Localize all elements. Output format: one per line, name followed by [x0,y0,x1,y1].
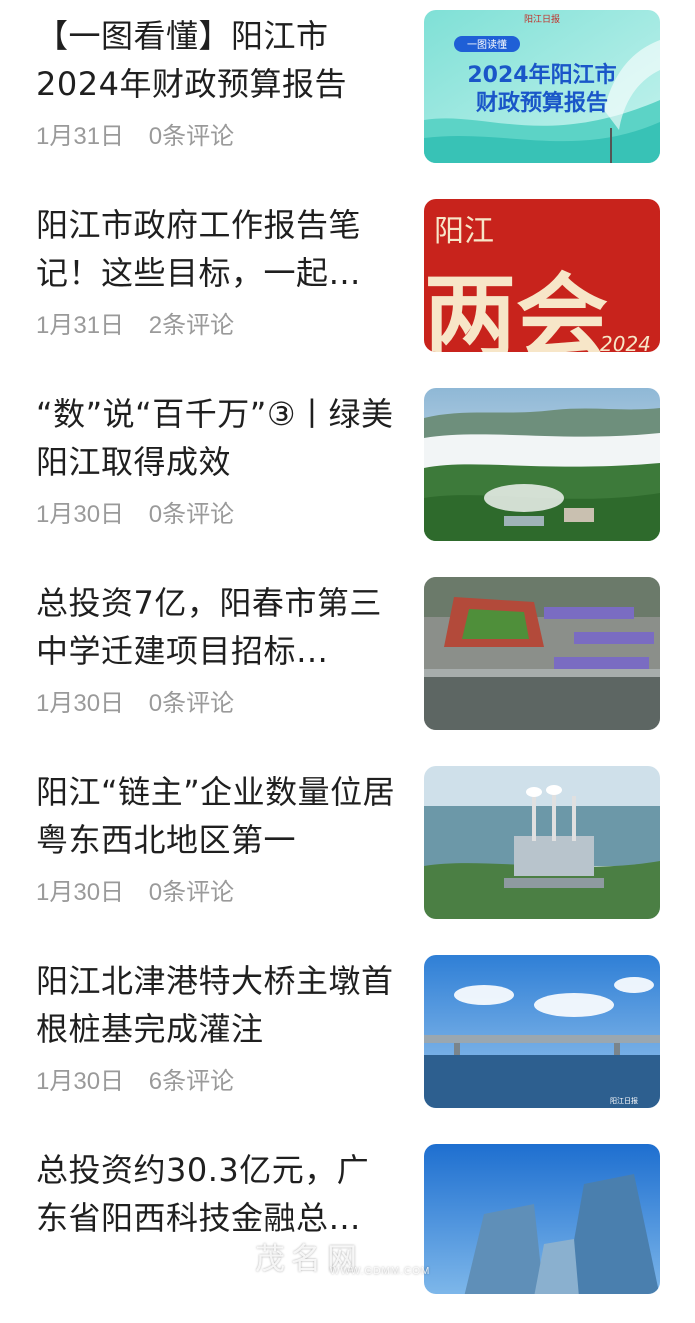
news-title[interactable]: “数”说“百千万”③丨绿美阳江取得成效 [36,390,396,486]
news-thumbnail[interactable] [424,766,660,919]
thumb-masthead: 阳江日报 [524,13,560,25]
news-meta: 1月30日 0条评论 [36,500,234,530]
news-thumbnail[interactable]: 阳江 两会 2024 [424,199,660,352]
news-title[interactable]: 【一图看懂】阳江市2024年财政预算报告 [36,12,396,108]
news-item[interactable]: 阳江北津港特大桥主墩首根桩基完成灌注 1月30日 6条评论 阳江日报 [0,945,695,1134]
news-title[interactable]: 总投资约30.3亿元，广东省阳西科技金融总… [36,1146,396,1242]
news-title[interactable]: 阳江北津港特大桥主墩首根桩基完成灌注 [36,957,396,1053]
news-item[interactable]: 总投资7亿，阳春市第三中学迁建项目招标… 1月30日 0条评论 [0,567,695,756]
news-meta: 1月31日 2条评论 [36,311,234,341]
budget-report-graphic: 一图读懂 2024年阳江市 财政预算报告 阳江日报 [424,10,660,163]
thumb-year: 2024 [600,332,651,352]
news-date: 1月31日 [36,123,125,150]
news-date: 1月31日 [36,312,125,339]
news-comment-count: 0条评论 [148,501,235,528]
news-title[interactable]: 总投资7亿，阳春市第三中学迁建项目招标… [36,579,396,675]
thumb-heading-2: 财政预算报告 [476,90,608,116]
news-item[interactable]: 阳江市政府工作报告笔记！这些目标，一起… 1月31日 2条评论 阳江 两会 20… [0,189,695,378]
thumb-tag: 一图读懂 [467,38,507,51]
news-item[interactable]: “数”说“百千万”③丨绿美阳江取得成效 1月30日 0条评论 [0,378,695,567]
news-thumbnail[interactable]: 阳江日报 [424,955,660,1108]
news-date: 1月30日 [36,501,125,528]
thumb-credit: 阳江日报 [610,1096,638,1105]
news-date: 1月30日 [36,879,125,906]
news-meta: 1月30日 6条评论 [36,1067,234,1097]
news-title[interactable]: 阳江“链主”企业数量位居粤东西北地区第一 [36,768,396,864]
thumb-big-text: 两会 [424,263,608,352]
news-thumbnail[interactable] [424,577,660,730]
news-thumbnail[interactable] [424,388,660,541]
news-comment-count: 2条评论 [148,312,235,339]
news-item[interactable]: 阳江“链主”企业数量位居粤东西北地区第一 1月30日 0条评论 [0,756,695,945]
news-comment-count: 0条评论 [148,123,235,150]
misty-forest-photo [424,388,660,541]
site-watermark: 茂名网 WWW.GDMM.COM [255,1232,455,1278]
skyscraper-photo [424,1144,660,1294]
thumb-heading-1: 2024年阳江市 [467,62,616,88]
news-date: 1月30日 [36,690,125,717]
two-sessions-graphic: 阳江 两会 2024 [424,199,660,352]
news-item[interactable]: 【一图看懂】阳江市2024年财政预算报告 1月31日 0条评论 一图读懂 202… [0,0,695,189]
bridge-photo: 阳江日报 [424,955,660,1108]
news-meta: 1月30日 0条评论 [36,878,234,908]
power-plant-photo [424,766,660,919]
news-thumbnail[interactable] [424,1144,660,1294]
school-campus-rendering [424,577,660,730]
news-meta: 1月30日 0条评论 [36,689,234,719]
news-meta: 1月31日 0条评论 [36,122,234,152]
news-title[interactable]: 阳江市政府工作报告笔记！这些目标，一起… [36,201,396,297]
news-comment-count: 6条评论 [148,1068,235,1095]
news-comment-count: 0条评论 [148,690,235,717]
news-date: 1月30日 [36,1068,125,1095]
news-thumbnail[interactable]: 一图读懂 2024年阳江市 财政预算报告 阳江日报 [424,10,660,163]
watermark-url: WWW.GDMM.COM [330,1266,431,1277]
thumb-small-text: 阳江 [434,214,494,249]
news-item[interactable]: 总投资约30.3亿元，广东省阳西科技金融总… [0,1134,695,1323]
news-comment-count: 0条评论 [148,879,235,906]
